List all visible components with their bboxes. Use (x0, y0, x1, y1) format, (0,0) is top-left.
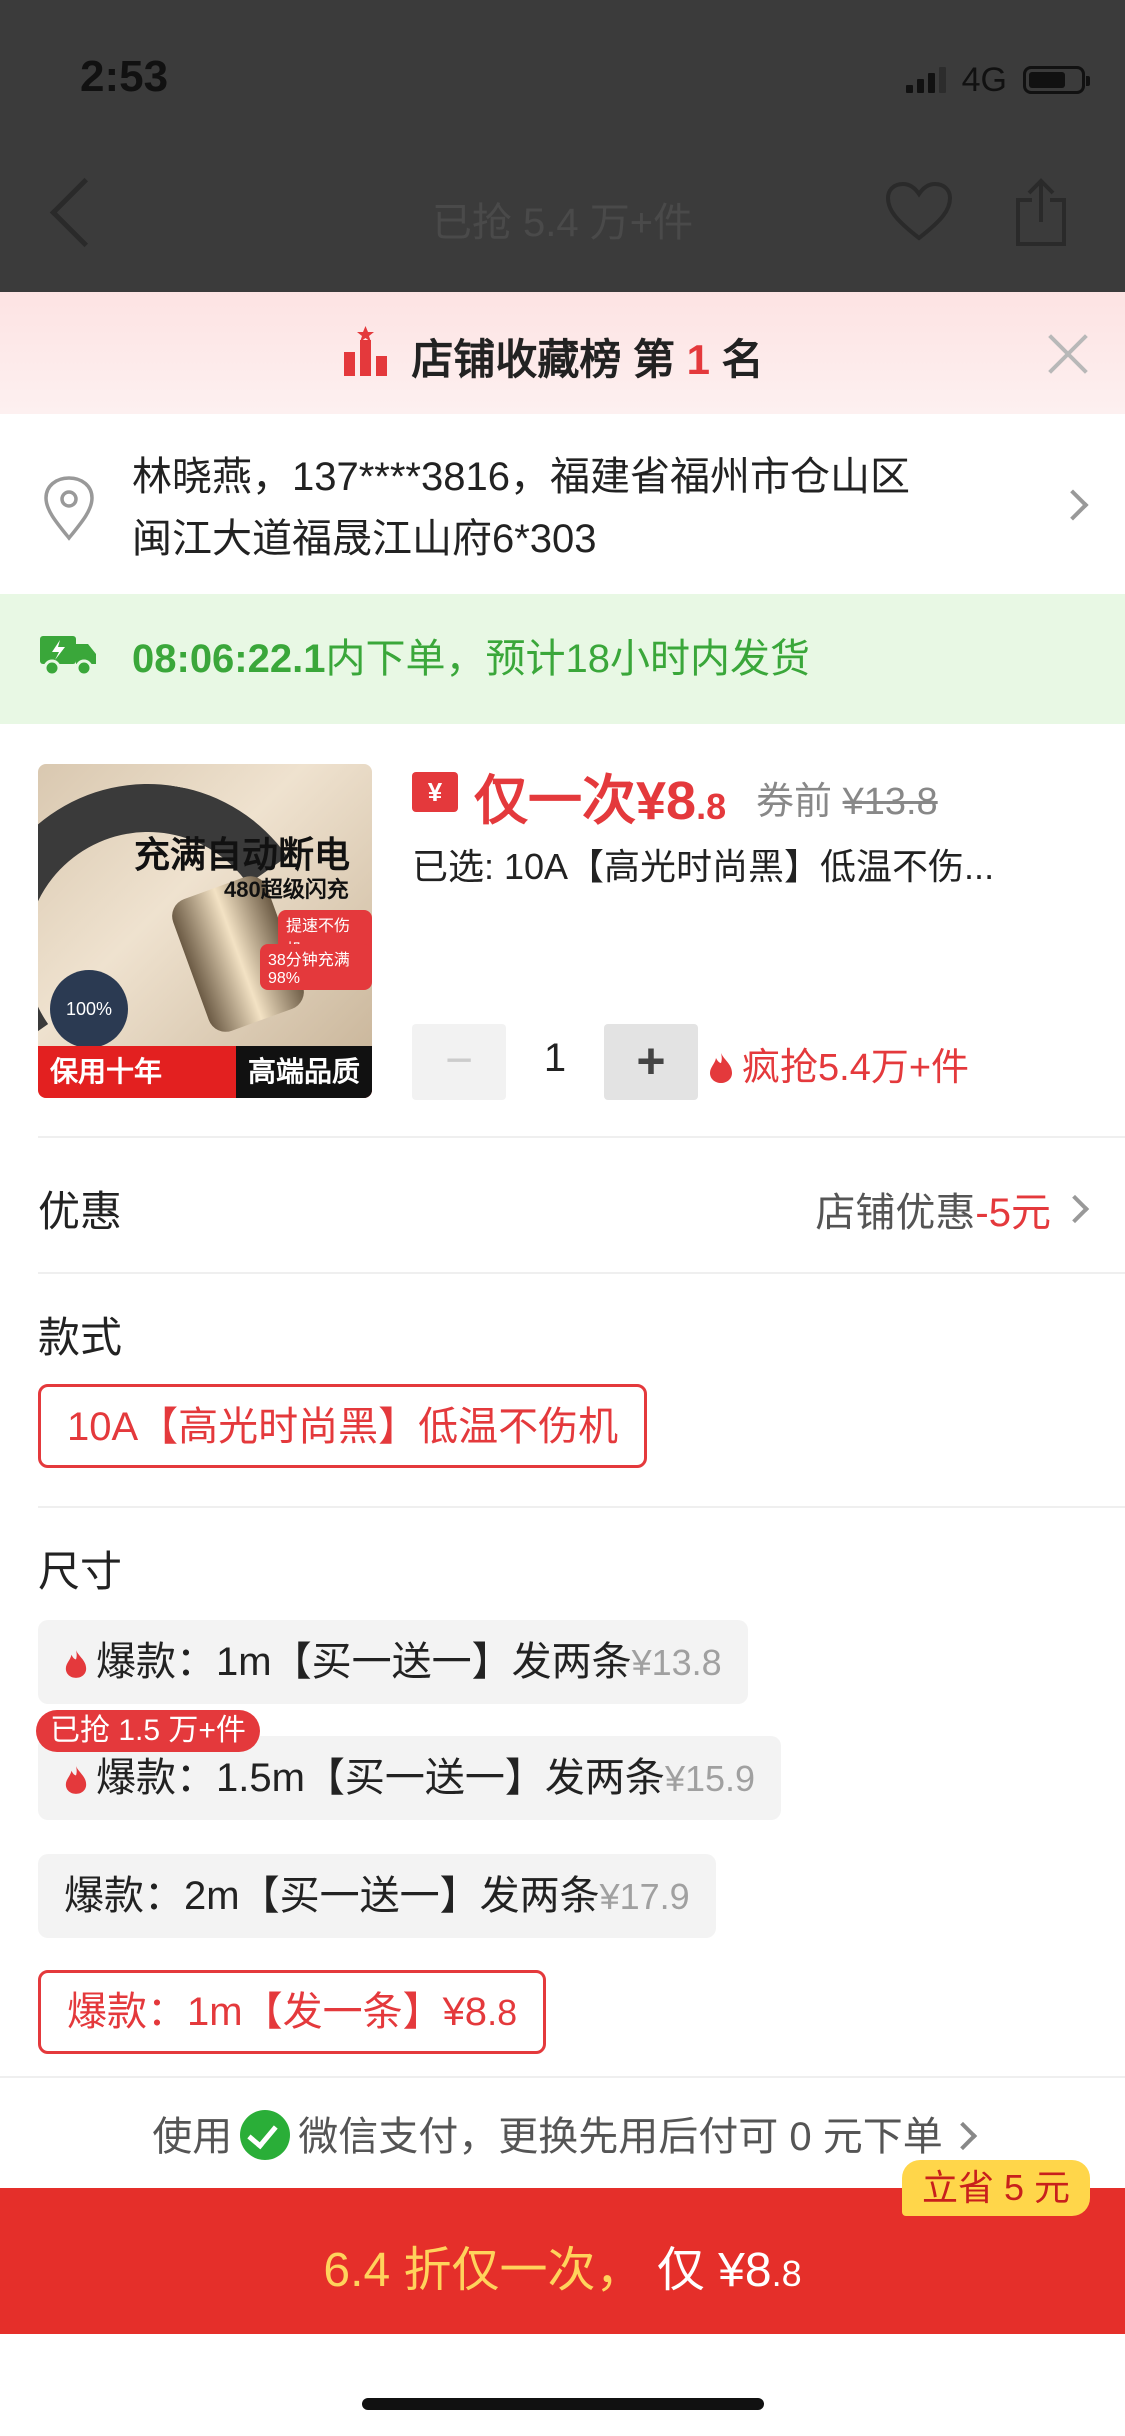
quantity-increase-button[interactable]: + (604, 1024, 698, 1100)
size-label: 尺寸 (38, 1548, 123, 1595)
home-indicator[interactable] (362, 2398, 764, 2410)
size-option-selected[interactable]: 爆款：1m【发一条】¥8.8 (38, 1970, 547, 2054)
shipping-notice-text: 08:06:22.1内下单，预计18小时内发货 (132, 626, 810, 684)
price-integer: 8 (666, 771, 697, 831)
hot-sold-text: 疯抢5.4万+件 (742, 1047, 970, 1089)
address-line-2: 闽江大道福晟江山府6*303 (132, 517, 597, 561)
size-option-price: ¥17.9 (599, 1876, 690, 1917)
signal-icon (905, 67, 946, 93)
size-option-label: 爆款：1m【买一送一】发两条 (96, 1640, 632, 1684)
sale-price: 仅一次¥8.8 (474, 756, 726, 835)
location-pin-icon (44, 476, 94, 541)
promo-value[interactable]: 店铺优惠-5元 (815, 1180, 1090, 1238)
payment-prefix: 使用 (152, 2115, 233, 2159)
size-option-label: 爆款：1m【发一条】¥8 (67, 1990, 488, 2034)
size-option-price: ¥15.9 (664, 1758, 756, 1799)
product-image-title: 充满自动断电 (134, 834, 351, 875)
divider (38, 1136, 1125, 1138)
background-overlay[interactable] (0, 0, 1125, 292)
address-line-1: 林晓燕，137****3816，福建省福州市仓山区 (132, 455, 910, 499)
size-option-label: 爆款：1.5m【买一送一】发两条 (96, 1756, 665, 1800)
size-option[interactable]: 爆款：2m【买一送一】发两条¥17.9 (38, 1854, 716, 1938)
promo-chevron-icon (1060, 1194, 1090, 1224)
promo-amount: -5元 (975, 1191, 1051, 1235)
rank-banner-text: 店铺收藏榜 第 1 名 (0, 326, 1125, 387)
delivery-truck-icon (40, 636, 96, 677)
product-image-tag: 38分钟充满98% (260, 944, 372, 990)
rank-text-prefix: 店铺收藏榜 第 (411, 336, 687, 383)
rank-text-suffix: 名 (710, 336, 764, 383)
payment-method-row[interactable]: 使用 微信支付，更换先用后付可 0 元下单 (0, 2104, 1125, 2162)
sold-count-tag: 已抢 1.5 万+件 (36, 1710, 260, 1752)
promo-value-prefix: 店铺优惠 (815, 1191, 976, 1235)
size-option-label: 爆款：2m【买一送一】发两条 (64, 1874, 600, 1918)
status-time: 2:53 (80, 52, 169, 101)
product-image-footer: 保用十年 高端品质 (38, 1046, 372, 1098)
selected-variant: 已选: 10A【高光时尚黑】低温不伤... (412, 846, 995, 887)
flame-icon (710, 1053, 732, 1083)
wechat-pay-icon (240, 2110, 291, 2160)
buy-price-text: 仅 ¥8 (656, 2244, 772, 2297)
size-option-price: .8 (487, 1992, 518, 2033)
size-option-price: ¥13.8 (631, 1642, 722, 1683)
divider (0, 2076, 1125, 2078)
original-price: 券前 ¥13.8 (756, 770, 938, 825)
shipping-address[interactable]: 林晓燕，137****3816，福建省福州市仓山区 闽江大道福晟江山府6*303 (132, 446, 1012, 570)
flame-icon (65, 1650, 87, 1678)
quantity-value[interactable]: 1 (520, 1036, 590, 1081)
divider (38, 1506, 1125, 1508)
product-image-badge: 100% (50, 970, 128, 1048)
original-price-label: 券前 (756, 781, 833, 823)
buy-discount-text: 6.4 折仅一次， (323, 2244, 644, 2297)
shipping-message: 内下单，预计18小时内发货 (325, 637, 810, 681)
coupon-yen-icon: ¥ (412, 772, 458, 812)
payment-text: 微信支付，更换先用后付可 0 元下单 (298, 2115, 943, 2159)
quantity-decrease-button[interactable]: − (412, 1024, 506, 1100)
savings-tag: 立省 5 元 (902, 2160, 1091, 2216)
nav-title: 已抢 5.4 万+件 (431, 201, 694, 245)
price-prefix: 仅一次¥ (474, 771, 667, 831)
network-label: 4G (961, 60, 1007, 99)
buy-button-label[interactable]: 6.4 折仅一次， 仅 ¥8.8 (0, 2230, 1125, 2300)
favorite-heart-icon[interactable] (884, 180, 954, 244)
promo-label: 优惠 (38, 1188, 123, 1235)
status-indicators: 4G (905, 60, 1090, 100)
product-image-subtitle: 480超级闪充 (224, 877, 349, 902)
style-label: 款式 (38, 1314, 123, 1361)
hot-sold-count: 疯抢5.4万+件 (708, 1036, 969, 1091)
payment-chevron-icon (948, 2121, 977, 2151)
close-icon[interactable] (1046, 332, 1090, 376)
share-icon[interactable] (1012, 178, 1070, 248)
warranty-label: 保用十年 (50, 1056, 163, 1087)
battery-icon (1023, 66, 1090, 94)
shipping-countdown: 08:06:22.1 (132, 637, 326, 681)
style-option-selected[interactable]: 10A【高光时尚黑】低温不伤机 (38, 1384, 648, 1468)
divider (38, 1272, 1125, 1274)
rank-number: 1 (686, 336, 711, 383)
buy-price-decimal: .8 (771, 2253, 802, 2294)
original-price-value: ¥13.8 (842, 781, 938, 823)
size-option[interactable]: 爆款：1m【买一送一】发两条¥13.8 (38, 1620, 748, 1704)
product-image[interactable]: 充满自动断电 480超级闪充 提速不伤机 38分钟充满98% 100% 保用十年… (38, 764, 372, 1098)
flame-icon (65, 1766, 87, 1794)
price-decimal: .8 (696, 786, 727, 827)
quality-label: 高端品质 (235, 1046, 372, 1098)
